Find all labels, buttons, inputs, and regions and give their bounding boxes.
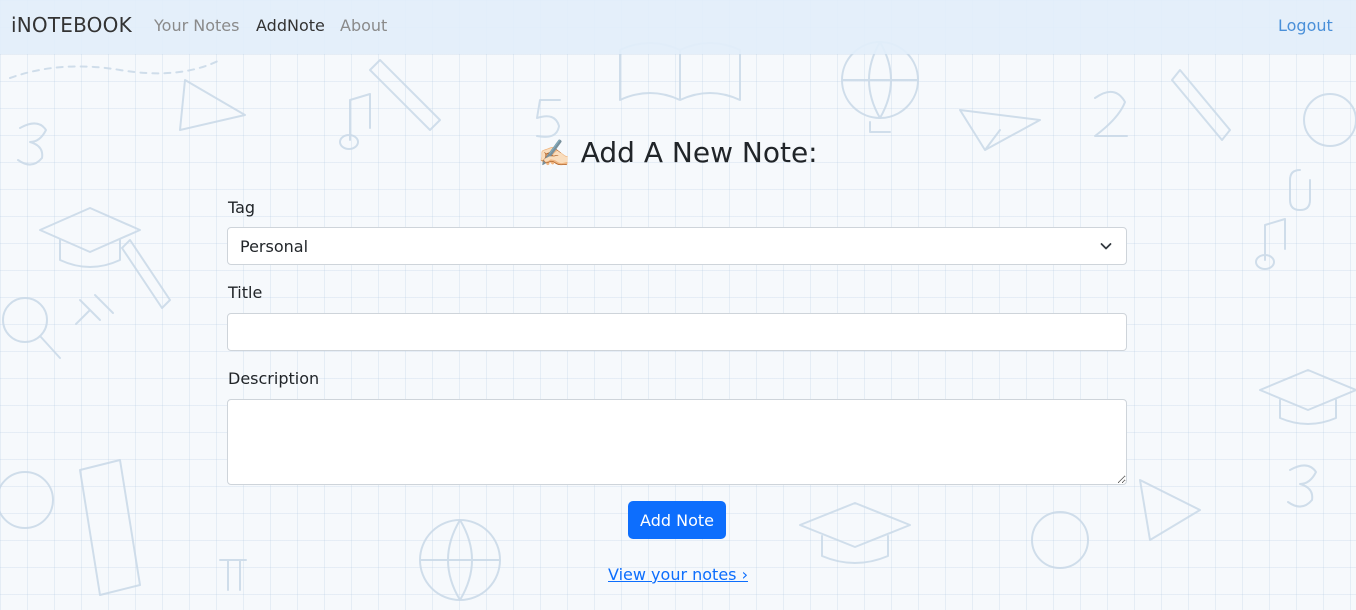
add-note-button[interactable]: Add Note bbox=[628, 501, 726, 539]
nav-link-about[interactable]: About bbox=[340, 16, 387, 35]
description-label: Description bbox=[228, 369, 320, 388]
writing-hand-icon: ✍🏻 bbox=[538, 139, 571, 169]
logout-link[interactable]: Logout bbox=[1278, 16, 1333, 35]
description-textarea[interactable] bbox=[227, 399, 1127, 485]
brand-logo[interactable]: iNOTEBOOK bbox=[11, 13, 132, 37]
tag-select[interactable]: Personal bbox=[227, 227, 1127, 265]
tag-select-value: Personal bbox=[240, 236, 309, 256]
title-label: Title bbox=[228, 283, 263, 302]
chevron-down-icon bbox=[1100, 243, 1112, 250]
view-notes-container: View your notes › bbox=[0, 565, 1356, 584]
view-notes-link[interactable]: View your notes › bbox=[608, 565, 748, 584]
title-input[interactable] bbox=[227, 313, 1127, 351]
nav-link-your-notes[interactable]: Your Notes bbox=[154, 16, 239, 35]
tag-label: Tag bbox=[228, 198, 256, 217]
page-title-text: Add A New Note: bbox=[580, 136, 818, 169]
nav-link-addnote[interactable]: AddNote bbox=[256, 16, 325, 35]
page-title: ✍🏻 Add A New Note: bbox=[0, 136, 1356, 169]
navbar: iNOTEBOOK Your Notes AddNote About Logou… bbox=[0, 0, 1356, 54]
